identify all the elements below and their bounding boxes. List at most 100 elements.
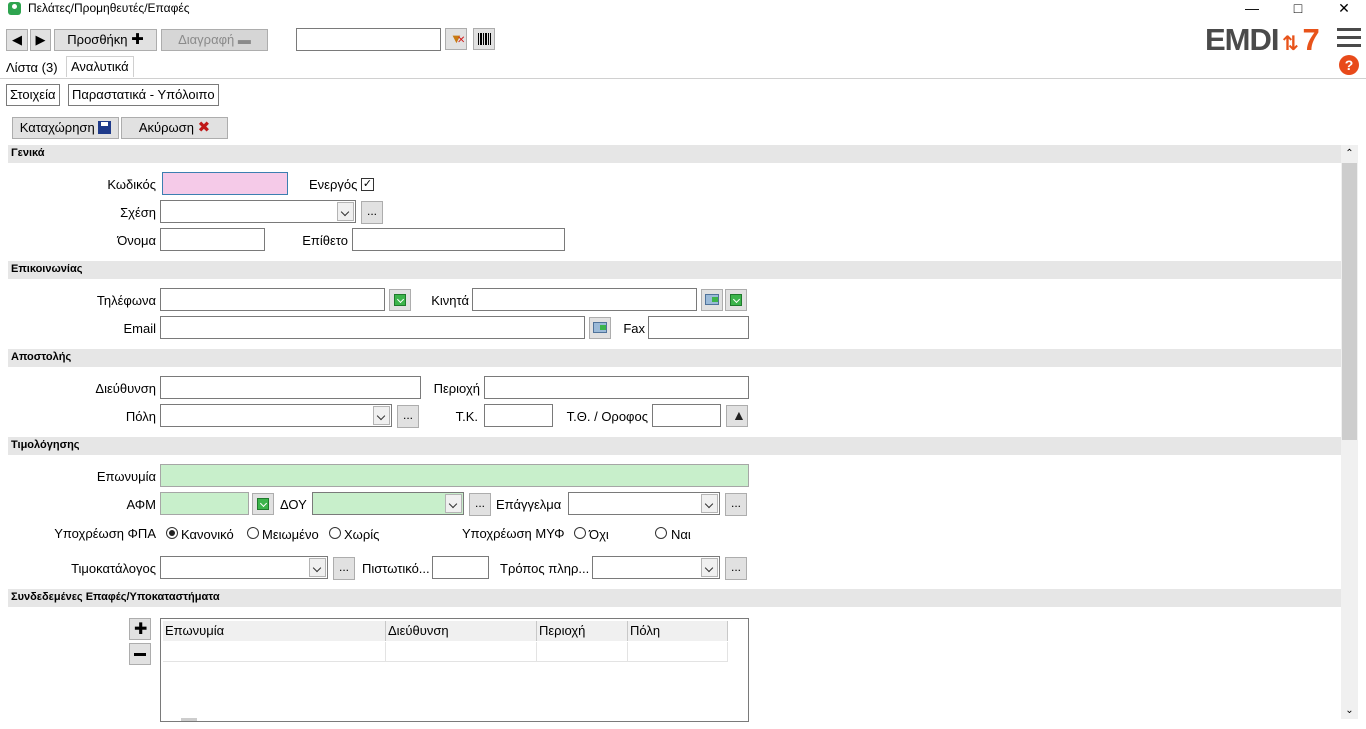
address-label: Διεύθυνση [95, 381, 156, 396]
myf-yes-radio[interactable] [655, 527, 667, 539]
chevron-down-icon [701, 494, 718, 513]
title-bar: Πελάτες/Προμηθευτές/Επαφές — □ ✕ [0, 0, 1366, 18]
active-checkbox[interactable]: ✓ [361, 178, 374, 191]
table-cell[interactable] [537, 642, 628, 662]
minimize-icon[interactable]: — [1234, 0, 1270, 18]
table-cell[interactable] [163, 642, 386, 662]
table-cell[interactable] [386, 642, 537, 662]
scroll-up-icon[interactable]: ⌃ [1341, 145, 1358, 162]
fax-field[interactable] [648, 316, 749, 339]
pobox-field[interactable] [652, 404, 721, 427]
zip-field[interactable] [484, 404, 553, 427]
vat-field[interactable] [160, 492, 249, 515]
tab-details[interactable]: Αναλυτικά [66, 56, 134, 77]
relation-select[interactable] [160, 200, 356, 223]
add-button[interactable]: Προσθήκη ✚ [54, 29, 157, 51]
map-button[interactable]: ▲ [726, 405, 748, 427]
pricelist-more-button[interactable]: ... [333, 557, 355, 580]
section-general: Γενικά [8, 145, 1341, 163]
profession-label: Επάγγελμα [496, 497, 562, 512]
search-input[interactable] [296, 28, 441, 51]
table-cell[interactable] [628, 642, 728, 662]
payment-select[interactable] [592, 556, 720, 579]
myf-no-radio[interactable] [574, 527, 586, 539]
column-header[interactable]: Περιοχή [537, 621, 628, 641]
phones-field[interactable] [160, 288, 385, 311]
barcode-icon [478, 33, 491, 45]
city-more-button[interactable]: ... [397, 405, 419, 428]
city-select[interactable] [160, 404, 392, 427]
chevron-down-icon [445, 494, 462, 513]
next-record-button[interactable]: ▶ [30, 29, 51, 51]
code-field[interactable] [162, 172, 288, 195]
tax-office-more-button[interactable]: ... [469, 493, 491, 516]
clear-filter-button[interactable]: ▼ ✕ [445, 28, 467, 50]
myf-no-label: Όχι [589, 527, 609, 542]
mobiles-import-button[interactable] [725, 289, 747, 311]
save-button-label: Καταχώρηση [19, 120, 95, 135]
surname-label: Επίθετο [302, 233, 348, 248]
send-sms-button[interactable] [701, 289, 723, 311]
vat-normal-radio[interactable] [166, 527, 178, 539]
help-icon[interactable]: ? [1339, 55, 1359, 75]
phones-import-button[interactable] [389, 289, 411, 311]
profession-select[interactable] [568, 492, 720, 515]
chevron-down-icon [337, 202, 354, 221]
myf-obligation-label: Υποχρέωση ΜΥΦ [462, 526, 565, 541]
section-linked: Συνδεδεμένες Επαφές/Υποκαταστήματα [8, 589, 1341, 607]
scroll-down-icon[interactable]: ⌄ [1341, 702, 1358, 719]
column-header[interactable]: Επωνυμία [163, 621, 386, 641]
tax-office-select[interactable] [312, 492, 464, 515]
company-field[interactable] [160, 464, 749, 487]
surname-field[interactable] [352, 228, 565, 251]
delete-button-label: Διαγραφή [178, 32, 235, 47]
minus-icon [134, 653, 146, 656]
payment-more-button[interactable]: ... [725, 557, 747, 580]
profession-more-button[interactable]: ... [725, 493, 747, 516]
chevron-down-icon [373, 406, 390, 425]
scrollbar-thumb[interactable] [1342, 163, 1357, 440]
area-field[interactable] [484, 376, 749, 399]
column-header[interactable]: Διεύθυνση [386, 621, 537, 641]
minus-icon: ▬ [237, 32, 251, 47]
subtab-documents[interactable]: Παραστατικά - Υπόλοιπο [68, 84, 219, 106]
grid-hscroll-thumb[interactable] [181, 718, 197, 721]
vat-none-label: Χωρίς [344, 527, 380, 542]
vat-lookup-button[interactable] [252, 493, 274, 515]
relation-label: Σχέση [120, 205, 156, 220]
relation-more-button[interactable]: ... [361, 201, 383, 224]
mobiles-field[interactable] [472, 288, 697, 311]
add-button-label: Προσθήκη [67, 32, 128, 47]
address-field[interactable] [160, 376, 421, 399]
tab-list[interactable]: Λίστα (3) [2, 58, 62, 78]
maximize-icon[interactable]: □ [1280, 0, 1316, 18]
mobiles-label: Κινητά [431, 293, 469, 308]
linked-contacts-grid[interactable]: Επωνυμία Διεύθυνση Περιοχή Πόλη [160, 618, 749, 722]
vat-none-radio[interactable] [329, 527, 341, 539]
add-linked-button[interactable]: ✚ [129, 618, 151, 640]
send-email-button[interactable] [589, 317, 611, 339]
subtab-details[interactable]: Στοιχεία [6, 84, 60, 106]
chevron-down-icon [309, 558, 326, 577]
email-field[interactable] [160, 316, 585, 339]
vat-reduced-radio[interactable] [247, 527, 259, 539]
city-label: Πόλη [125, 409, 156, 424]
cancel-button[interactable]: Ακύρωση ✖ [121, 117, 228, 139]
brand-text: EMDI [1205, 22, 1279, 57]
delete-button[interactable]: Διαγραφή ▬ [161, 29, 268, 51]
pricelist-select[interactable] [160, 556, 328, 579]
column-header[interactable]: Πόλη [628, 621, 728, 641]
close-icon[interactable]: ✕ [1326, 0, 1362, 18]
pobox-label: Τ.Θ. / Οροφος [566, 409, 648, 424]
vertical-scrollbar[interactable]: ⌃ ⌄ [1341, 145, 1358, 719]
menu-icon[interactable] [1337, 28, 1361, 48]
barcode-button[interactable] [473, 28, 495, 50]
credit-field[interactable] [432, 556, 489, 579]
remove-linked-button[interactable] [129, 643, 151, 665]
save-button[interactable]: Καταχώρηση [12, 117, 119, 139]
plus-icon: ✚ [131, 31, 144, 48]
prev-record-button[interactable]: ◀ [6, 29, 28, 51]
tab-divider [0, 78, 1366, 79]
name-field[interactable] [160, 228, 265, 251]
section-invoicing: Τιμολόγησης [8, 437, 1341, 455]
